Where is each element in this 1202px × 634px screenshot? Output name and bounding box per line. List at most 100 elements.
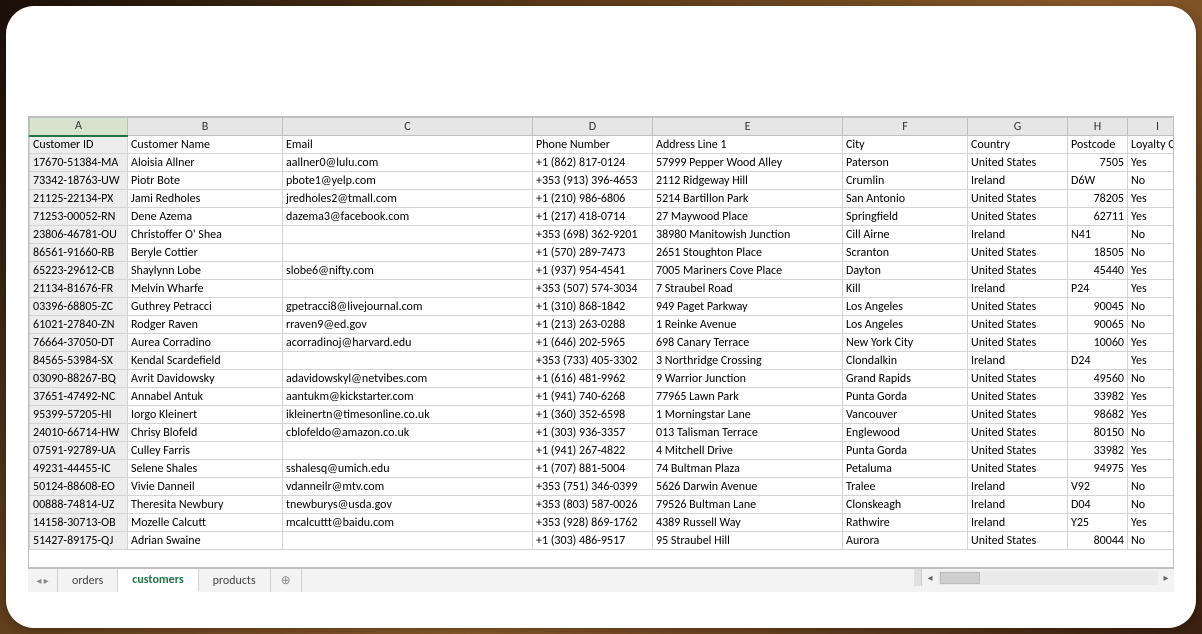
cell[interactable]: Chrisy Blofeld xyxy=(128,424,283,442)
cell[interactable]: +1 (941) 740-6268 xyxy=(533,388,653,406)
header-cell[interactable]: Postcode xyxy=(1068,136,1128,154)
cell[interactable] xyxy=(283,532,533,550)
cell[interactable]: Yes xyxy=(1128,460,1175,478)
cell[interactable]: +1 (616) 481-9962 xyxy=(533,370,653,388)
cell[interactable]: United States xyxy=(968,190,1068,208)
scroll-track[interactable] xyxy=(938,571,1158,585)
cell[interactable]: 5214 Bartillon Park xyxy=(653,190,843,208)
cell[interactable]: United States xyxy=(968,262,1068,280)
cell[interactable]: 79526 Bultman Lane xyxy=(653,496,843,514)
cell[interactable]: dazema3@facebook.com xyxy=(283,208,533,226)
cell[interactable]: Yes xyxy=(1128,154,1175,172)
cell[interactable]: vdanneilr@mtv.com xyxy=(283,478,533,496)
cell[interactable]: No xyxy=(1128,316,1175,334)
cell[interactable]: 95399-57205-HI xyxy=(30,406,128,424)
cell[interactable]: Aurora xyxy=(843,532,968,550)
cell[interactable]: pbote1@yelp.com xyxy=(283,172,533,190)
cell[interactable]: No xyxy=(1128,496,1175,514)
cell[interactable]: +353 (733) 405-3302 xyxy=(533,352,653,370)
cell[interactable]: Vivie Danneil xyxy=(128,478,283,496)
cell[interactable]: D04 xyxy=(1068,496,1128,514)
cell[interactable]: 77965 Lawn Park xyxy=(653,388,843,406)
cell[interactable]: D24 xyxy=(1068,352,1128,370)
cell[interactable]: 9 Warrior Junction xyxy=(653,370,843,388)
cell[interactable]: 17670-51384-MA xyxy=(30,154,128,172)
cell[interactable]: +1 (210) 986-6806 xyxy=(533,190,653,208)
cell[interactable]: No xyxy=(1128,172,1175,190)
cell[interactable] xyxy=(283,442,533,460)
cell[interactable]: No xyxy=(1128,244,1175,262)
cell[interactable]: N41 xyxy=(1068,226,1128,244)
cell[interactable]: No xyxy=(1128,424,1175,442)
cell[interactable]: 698 Canary Terrace xyxy=(653,334,843,352)
cell[interactable]: Rodger Raven xyxy=(128,316,283,334)
header-cell[interactable]: Customer Name xyxy=(128,136,283,154)
cell[interactable]: Yes xyxy=(1128,190,1175,208)
scroll-split-handle[interactable] xyxy=(914,569,922,586)
cell[interactable]: Ireland xyxy=(968,172,1068,190)
cell[interactable] xyxy=(283,352,533,370)
column-header-I[interactable]: I xyxy=(1128,118,1175,136)
cell[interactable]: 14158-30713-OB xyxy=(30,514,128,532)
scroll-right-button[interactable]: ▸ xyxy=(1158,571,1174,585)
tab-nav-arrows[interactable]: ◂ ▸ xyxy=(28,569,58,592)
cell[interactable]: Dene Azema xyxy=(128,208,283,226)
cell[interactable]: 2651 Stoughton Place xyxy=(653,244,843,262)
cell[interactable]: 90065 xyxy=(1068,316,1128,334)
cell[interactable]: 33982 xyxy=(1068,442,1128,460)
cell[interactable]: 80044 xyxy=(1068,532,1128,550)
cell[interactable]: Annabel Antuk xyxy=(128,388,283,406)
cell[interactable]: +1 (360) 352-6598 xyxy=(533,406,653,424)
cell[interactable]: 1 Morningstar Lane xyxy=(653,406,843,424)
cell[interactable]: +1 (570) 289-7473 xyxy=(533,244,653,262)
cell[interactable]: ikleinertn@timesonline.co.uk xyxy=(283,406,533,424)
column-header-C[interactable]: C xyxy=(283,118,533,136)
cell[interactable]: Ireland xyxy=(968,352,1068,370)
cell[interactable]: 2112 Ridgeway Hill xyxy=(653,172,843,190)
cell[interactable]: Aloisia Allner xyxy=(128,154,283,172)
cell[interactable] xyxy=(283,226,533,244)
cell[interactable]: Vancouver xyxy=(843,406,968,424)
cell[interactable]: 65223-29612-CB xyxy=(30,262,128,280)
cell[interactable]: 013 Talisman Terrace xyxy=(653,424,843,442)
cell[interactable]: +1 (310) 868-1842 xyxy=(533,298,653,316)
cell[interactable]: jredholes2@tmall.com xyxy=(283,190,533,208)
cell[interactable]: Ireland xyxy=(968,514,1068,532)
cell[interactable]: 95 Straubel Hill xyxy=(653,532,843,550)
cell[interactable]: 07591-92789-UA xyxy=(30,442,128,460)
cell[interactable]: 10060 xyxy=(1068,334,1128,352)
cell[interactable]: +353 (928) 869-1762 xyxy=(533,514,653,532)
cell[interactable]: No xyxy=(1128,370,1175,388)
cell[interactable]: No xyxy=(1128,298,1175,316)
cell[interactable]: Yes xyxy=(1128,334,1175,352)
cell[interactable]: Yes xyxy=(1128,280,1175,298)
cell[interactable]: Ireland xyxy=(968,478,1068,496)
cell[interactable]: United States xyxy=(968,460,1068,478)
cell[interactable]: Ireland xyxy=(968,280,1068,298)
cell[interactable]: aallner0@lulu.com xyxy=(283,154,533,172)
cell[interactable]: 38980 Manitowish Junction xyxy=(653,226,843,244)
header-cell[interactable]: Customer ID xyxy=(30,136,128,154)
cell[interactable]: 27 Maywood Place xyxy=(653,208,843,226)
cell[interactable]: 7005 Mariners Cove Place xyxy=(653,262,843,280)
cell[interactable]: Cill Airne xyxy=(843,226,968,244)
header-cell[interactable]: Address Line 1 xyxy=(653,136,843,154)
cell[interactable]: V92 xyxy=(1068,478,1128,496)
cell[interactable]: Crumlin xyxy=(843,172,968,190)
cell[interactable]: +353 (751) 346-0399 xyxy=(533,478,653,496)
cell[interactable]: Yes xyxy=(1128,262,1175,280)
cell[interactable] xyxy=(283,244,533,262)
cell[interactable]: Piotr Bote xyxy=(128,172,283,190)
cell[interactable]: +1 (707) 881-5004 xyxy=(533,460,653,478)
add-sheet-button[interactable]: ⊕ xyxy=(271,569,302,592)
cell[interactable]: 45440 xyxy=(1068,262,1128,280)
cell[interactable]: rraven9@ed.gov xyxy=(283,316,533,334)
header-cell[interactable]: Country xyxy=(968,136,1068,154)
cell[interactable]: Yes xyxy=(1128,514,1175,532)
cell[interactable] xyxy=(283,280,533,298)
sheet-tab-customers[interactable]: customers xyxy=(118,568,198,592)
cell[interactable]: Punta Gorda xyxy=(843,388,968,406)
cell[interactable]: mcalcuttt@baidu.com xyxy=(283,514,533,532)
cell[interactable]: +1 (303) 936-3357 xyxy=(533,424,653,442)
cell[interactable]: P24 xyxy=(1068,280,1128,298)
